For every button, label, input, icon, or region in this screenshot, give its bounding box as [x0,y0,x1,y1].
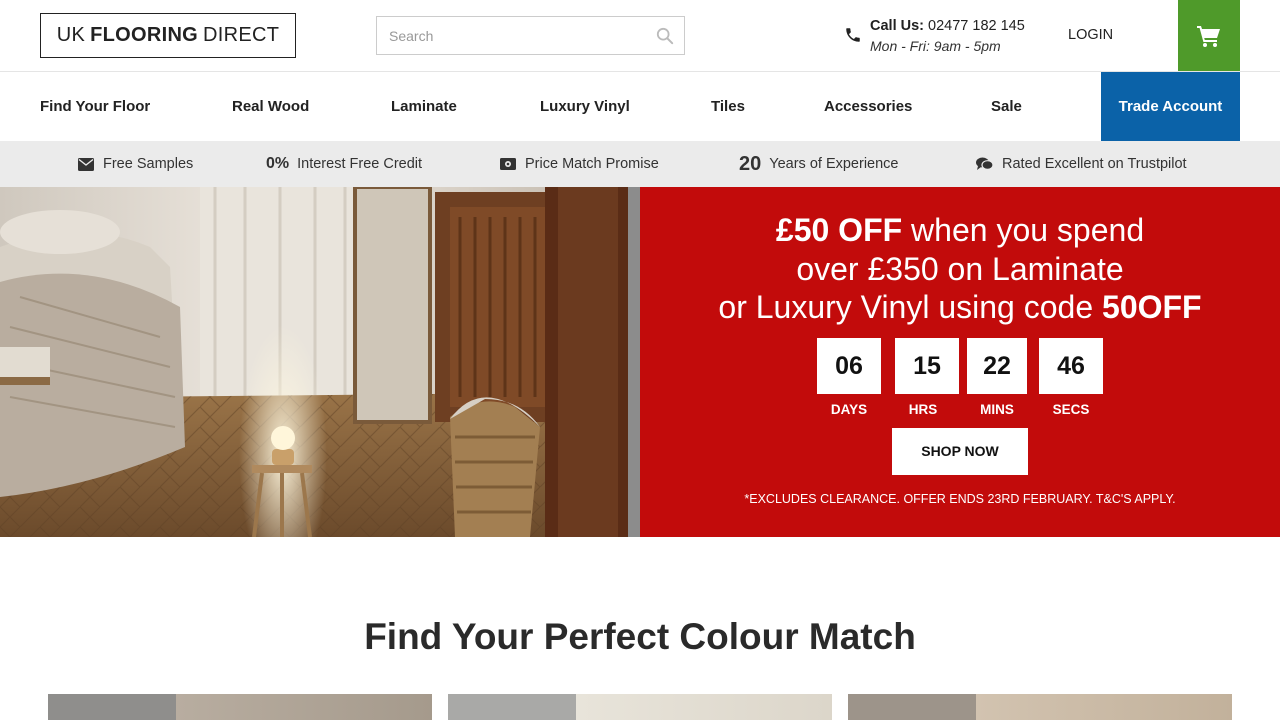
search-box [376,16,685,55]
opening-hours: Mon - Fri: 9am - 5pm [870,38,1001,54]
usp-years-value: 20 [739,152,762,175]
usp-free-samples[interactable]: Free Samples [78,141,193,187]
promo-line2: over £350 on Laminate [796,250,1124,287]
logo-suffix: DIRECT [203,24,280,46]
cart-button[interactable] [1178,0,1240,71]
countdown-days-label: DAYS [830,402,868,417]
countdown-seconds: 46 [1039,338,1103,394]
main-navigation: Find Your Floor Real Wood Laminate Luxur… [0,72,1280,141]
phone-icon [846,28,860,42]
nav-real-wood[interactable]: Real Wood [232,72,309,141]
usp-experience[interactable]: 20 Years of Experience [739,141,899,187]
usp-free-samples-text: Free Samples [103,156,194,172]
nav-tiles[interactable]: Tiles [711,72,745,141]
colour-swatch-card[interactable] [48,694,432,720]
countdown-minutes-label: MINS [980,402,1014,417]
usp-price-match-text: Price Match Promise [525,156,659,172]
cart-icon [1197,25,1220,47]
phone-number-link[interactable]: 02477 182 145 [928,18,1025,34]
promo-code: 50OFF [1102,289,1202,325]
usp-price-match[interactable]: Price Match Promise [500,141,659,187]
promo-terms: *EXCLUDES CLEARANCE. OFFER ENDS 23RD FEB… [744,492,1176,506]
countdown-hours-label: HRS [908,402,938,417]
search-input[interactable] [377,17,637,54]
logo-prefix: UK [56,24,86,46]
promo-line1: when you spend [902,212,1145,248]
call-label: Call Us: [870,18,924,34]
trade-account-button[interactable]: Trade Account [1101,72,1240,141]
promo-discount: £50 OFF [775,212,903,248]
countdown-minutes: 22 [967,338,1027,394]
usp-years-text: Years of Experience [769,156,899,172]
usp-interest-free-credit[interactable]: 0% Interest Free Credit [266,141,422,187]
countdown-hours: 15 [895,338,959,394]
usp-bar: Free Samples 0% Interest Free Credit Pri… [0,141,1280,187]
promo-line3: or Luxury Vinyl using code [718,289,1103,325]
countdown-seconds-label: SECS [1052,402,1090,417]
promo-headline: £50 OFF when you spend over £350 on Lami… [640,211,1280,327]
usp-credit-text: Interest Free Credit [297,156,423,172]
contact-info: Call Us: 02477 182 145 Mon - Fri: 9am - … [870,16,1025,56]
search-icon[interactable] [656,27,674,45]
usp-trustpilot-text: Rated Excellent on Trustpilot [1002,156,1187,172]
nav-laminate[interactable]: Laminate [391,72,457,141]
site-logo[interactable]: UK FLOORING DIRECT [40,13,296,58]
hero-bedroom-illustration [0,187,640,537]
nav-find-your-floor[interactable]: Find Your Floor [40,72,150,141]
section-title: Find Your Perfect Colour Match [364,616,916,657]
colour-swatch-card[interactable] [848,694,1232,720]
promo-banner: £50 OFF when you spend over £350 on Lami… [640,187,1280,537]
hero-image[interactable] [0,187,640,537]
nav-sale[interactable]: Sale [991,72,1022,141]
money-icon [500,158,516,170]
login-link[interactable]: LOGIN [1068,27,1113,43]
shop-now-button[interactable]: SHOP NOW [892,428,1028,475]
site-header: UK FLOORING DIRECT Call Us: 02477 182 14… [0,0,1280,72]
nav-luxury-vinyl[interactable]: Luxury Vinyl [540,72,630,141]
usp-credit-value: 0% [266,155,290,172]
chat-bubbles-icon [976,157,993,170]
colour-swatch-card[interactable] [448,694,832,720]
logo-bold: FLOORING [90,24,199,46]
nav-accessories[interactable]: Accessories [824,72,912,141]
envelope-icon [78,157,94,171]
usp-trustpilot[interactable]: Rated Excellent on Trustpilot [976,141,1187,187]
countdown-days: 06 [817,338,881,394]
